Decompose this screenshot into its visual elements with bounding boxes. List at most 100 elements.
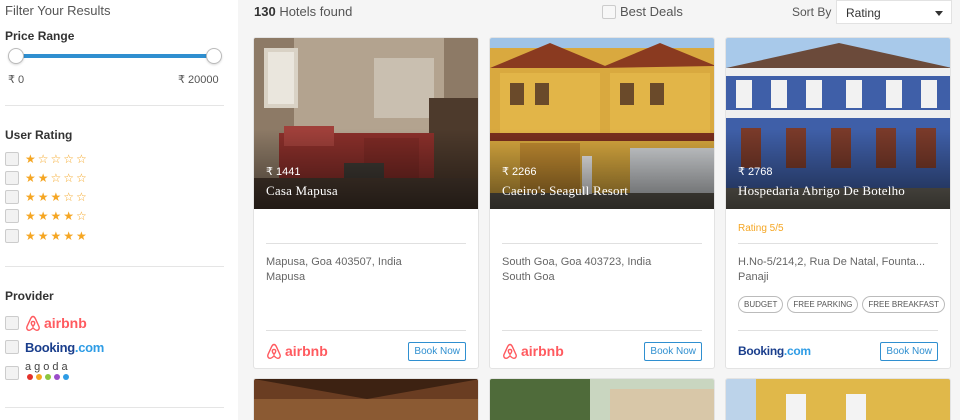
agoda-label: agoda bbox=[25, 360, 71, 373]
provider-option-airbnb[interactable]: airbnb bbox=[5, 315, 87, 331]
chevron-down-icon bbox=[935, 11, 943, 16]
best-deals-label: Best Deals bbox=[620, 4, 683, 19]
filter-sidebar: Filter Your Results Price Range ₹ 0 ₹ 20… bbox=[0, 0, 238, 420]
hotel-photo-image bbox=[490, 379, 714, 420]
rating-1-checkbox[interactable] bbox=[5, 152, 19, 166]
filter-title: Filter Your Results bbox=[5, 3, 111, 18]
hotel-card[interactable]: ₹ 2266 Caeiro's Seagull Resort South Goa… bbox=[489, 37, 715, 369]
sort-by-label: Sort By bbox=[792, 5, 832, 19]
results-panel: 130 Hotels found Best Deals Sort By Rati… bbox=[238, 0, 960, 420]
booking-checkbox[interactable] bbox=[5, 340, 19, 354]
rating-3-checkbox[interactable] bbox=[5, 190, 19, 204]
hotel-rating: Rating 5/5 bbox=[738, 223, 784, 234]
hotel-address-line1: Mapusa, Goa 403507, India bbox=[266, 256, 402, 268]
card-divider bbox=[738, 243, 938, 244]
agoda-dots-icon bbox=[26, 373, 69, 380]
hotel-photo-image bbox=[254, 379, 478, 420]
amenity-tag: BUDGET bbox=[738, 296, 784, 313]
amenity-tags: BUDGET FREE PARKING FREE BREAKFAST bbox=[738, 296, 946, 313]
sidebar-divider bbox=[5, 266, 224, 267]
card-divider bbox=[266, 243, 466, 244]
price-range-min-handle[interactable] bbox=[8, 48, 24, 64]
results-number: 130 bbox=[254, 4, 276, 19]
booking-logo: Booking.com bbox=[25, 340, 104, 355]
booking-label-suffix: .com bbox=[74, 339, 105, 355]
hotel-address-line2: South Goa bbox=[502, 271, 555, 283]
hotel-address: Mapusa, Goa 403507, India Mapusa bbox=[266, 255, 402, 285]
book-now-button[interactable]: Book Now bbox=[408, 341, 466, 361]
provider-label: airbnb bbox=[285, 343, 328, 359]
amenity-tag: FREE PARKING bbox=[787, 296, 859, 313]
airbnb-logo-icon bbox=[267, 343, 281, 359]
card-footer: Booking.com Book Now bbox=[738, 340, 938, 362]
rating-3-stars: ★★★☆☆ bbox=[25, 190, 89, 204]
provider-option-agoda[interactable]: agoda bbox=[5, 361, 71, 380]
rating-option-1[interactable]: ★☆☆☆☆ bbox=[5, 152, 89, 166]
airbnb-logo: airbnb bbox=[266, 343, 328, 360]
hotel-photo-image bbox=[726, 379, 950, 420]
book-now-button[interactable]: Book Now bbox=[880, 341, 938, 361]
provider-label: airbnb bbox=[521, 343, 564, 359]
rating-2-stars: ★★☆☆☆ bbox=[25, 171, 89, 185]
hotel-price: ₹ 2266 bbox=[502, 166, 537, 178]
amenity-tag: FREE BREAKFAST bbox=[862, 296, 946, 313]
sidebar-divider bbox=[5, 407, 224, 408]
book-now-button[interactable]: Book Now bbox=[644, 341, 702, 361]
price-range-max-handle[interactable] bbox=[206, 48, 222, 64]
price-range-min-label: ₹ 0 bbox=[8, 74, 25, 86]
rating-5-stars: ★★★★★ bbox=[25, 229, 89, 243]
results-count: 130 Hotels found bbox=[254, 4, 352, 19]
airbnb-logo-icon bbox=[503, 343, 517, 359]
hotel-name[interactable]: Casa Mapusa bbox=[266, 183, 338, 199]
sort-select[interactable]: Rating bbox=[836, 0, 952, 24]
booking-label-main: Booking bbox=[25, 339, 75, 355]
rating-4-checkbox[interactable] bbox=[5, 209, 19, 223]
rating-option-3[interactable]: ★★★☆☆ bbox=[5, 190, 89, 204]
hotel-card[interactable] bbox=[725, 378, 951, 420]
provider-heading: Provider bbox=[5, 289, 54, 303]
card-divider bbox=[738, 330, 938, 331]
sidebar-divider bbox=[5, 105, 224, 106]
hotel-price: ₹ 1441 bbox=[266, 166, 301, 178]
hotel-name[interactable]: Hospedaria Abrigo De Botelho bbox=[738, 183, 905, 199]
provider-option-booking[interactable]: Booking.com bbox=[5, 340, 104, 355]
hotel-card[interactable] bbox=[489, 378, 715, 420]
user-rating-heading: User Rating bbox=[5, 128, 73, 142]
agoda-checkbox[interactable] bbox=[5, 366, 19, 380]
results-label: Hotels found bbox=[275, 4, 353, 19]
hotel-card[interactable]: ₹ 1441 Casa Mapusa Mapusa, Goa 403507, I… bbox=[253, 37, 479, 369]
hotel-address-line1: H.No-5/214,2, Rua De Natal, Founta... bbox=[738, 256, 926, 268]
price-range-track[interactable] bbox=[14, 54, 214, 58]
provider-label-suffix: .com bbox=[783, 344, 811, 358]
rating-2-checkbox[interactable] bbox=[5, 171, 19, 185]
rating-option-2[interactable]: ★★☆☆☆ bbox=[5, 171, 89, 185]
hotel-name[interactable]: Caeiro's Seagull Resort bbox=[502, 183, 628, 199]
rating-5-checkbox[interactable] bbox=[5, 229, 19, 243]
hotel-address-line2: Mapusa bbox=[266, 271, 306, 283]
card-footer: airbnb Book Now bbox=[502, 340, 702, 362]
card-divider bbox=[502, 243, 702, 244]
agoda-logo: agoda bbox=[25, 361, 71, 380]
hotel-address: H.No-5/214,2, Rua De Natal, Founta... Pa… bbox=[738, 255, 925, 285]
hotel-address-line2: Panaji bbox=[738, 271, 769, 283]
best-deals-toggle[interactable]: Best Deals bbox=[602, 4, 683, 19]
hotel-address: South Goa, Goa 403723, India South Goa bbox=[502, 255, 651, 285]
rating-option-4[interactable]: ★★★★☆ bbox=[5, 209, 89, 223]
provider-label-main: Booking bbox=[738, 344, 784, 358]
hotel-card[interactable] bbox=[253, 378, 479, 420]
booking-logo: Booking.com bbox=[738, 344, 811, 358]
airbnb-label: airbnb bbox=[44, 315, 87, 331]
price-range-heading: Price Range bbox=[5, 29, 75, 43]
airbnb-checkbox[interactable] bbox=[5, 316, 19, 330]
hotel-card[interactable]: ₹ 2768 Hospedaria Abrigo De Botelho Rati… bbox=[725, 37, 951, 369]
best-deals-checkbox[interactable] bbox=[602, 4, 616, 19]
rating-4-stars: ★★★★☆ bbox=[25, 209, 89, 223]
sort-selected-value: Rating bbox=[846, 6, 881, 20]
hotel-price: ₹ 2768 bbox=[738, 166, 773, 178]
rating-1-stars: ★☆☆☆☆ bbox=[25, 152, 89, 166]
card-divider bbox=[502, 330, 702, 331]
price-range-max-label: ₹ 20000 bbox=[178, 74, 219, 86]
hotel-address-line1: South Goa, Goa 403723, India bbox=[502, 256, 652, 268]
rating-option-5[interactable]: ★★★★★ bbox=[5, 229, 89, 243]
card-divider bbox=[266, 330, 466, 331]
